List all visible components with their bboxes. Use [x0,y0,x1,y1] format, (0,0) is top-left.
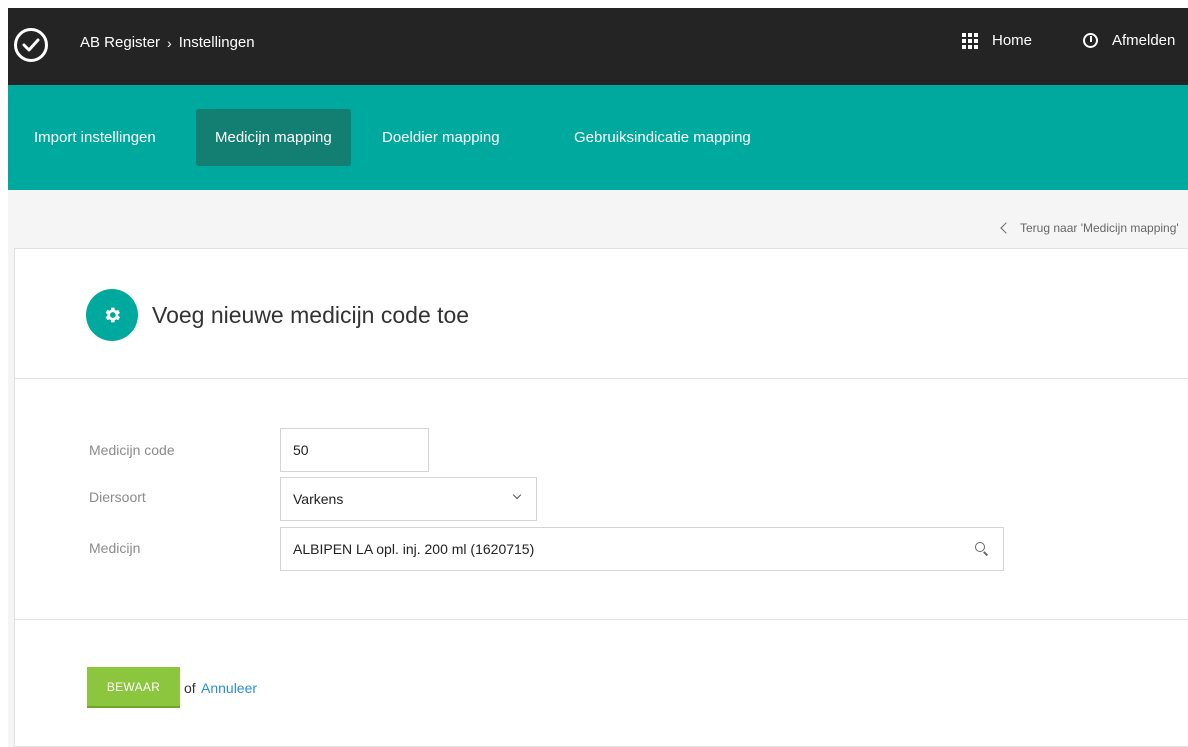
tab-label: Doeldier mapping [382,129,500,146]
medicine-value: ALBIPEN LA opl. inj. 200 ml (1620715) [293,541,535,557]
tab-medicijn-mapping[interactable]: Medicijn mapping [196,109,351,166]
tab-label: Gebruiksindicatie mapping [574,129,751,146]
breadcrumb-app[interactable]: AB Register [80,34,160,51]
breadcrumb-section[interactable]: Instellingen [179,34,255,51]
species-label: Diersoort [89,489,146,505]
top-bar: AB Register › Instellingen Home Afmelden [8,8,1188,85]
species-select[interactable]: Varkens [280,477,537,521]
save-button[interactable]: BEWAAR [87,667,180,708]
back-link[interactable]: Terug naar 'Medicijn mapping' [998,221,1188,235]
tab-label: Import instellingen [34,129,156,146]
species-value: Varkens [293,491,344,507]
page-title: Voeg nieuwe medicijn code toe [152,302,470,328]
panel-header: Voeg nieuwe medicijn code toe [15,249,1188,379]
medicine-search-input[interactable]: ALBIPEN LA opl. inj. 200 ml (1620715) [280,527,1004,571]
grid-icon [962,32,978,49]
form-panel: Voeg nieuwe medicijn code toe Medicijn c… [14,248,1188,747]
chevron-down-icon [512,490,522,500]
tab-import-instellingen[interactable]: Import instellingen [15,109,175,166]
medicine-code-input[interactable]: 50 [280,428,429,472]
tab-doeldier-mapping[interactable]: Doeldier mapping [363,109,519,166]
breadcrumb: AB Register › Instellingen [80,34,255,51]
chevron-left-icon [1000,222,1012,234]
medicine-label: Medicijn [89,540,141,556]
medicine-code-label: Medicijn code [89,442,175,458]
tab-label: Medicijn mapping [215,129,332,146]
home-button[interactable]: Home [962,32,1032,49]
tab-gebruiksindicatie-mapping[interactable]: Gebruiksindicatie mapping [555,109,770,166]
divider [15,619,1188,620]
cancel-link[interactable]: Annuleer [201,680,257,696]
gear-icon [86,289,138,341]
check-circle-logo-icon[interactable] [14,28,48,62]
medicine-code-value: 50 [293,442,309,458]
breadcrumb-separator: › [167,34,172,51]
or-text: of [184,680,196,696]
home-label: Home [992,32,1033,49]
settings-tabs: Import instellingen Medicijn mapping Doe… [8,85,1188,190]
power-icon [1083,33,1098,48]
logout-button[interactable]: Afmelden [1083,32,1175,49]
search-icon[interactable] [975,542,989,556]
back-link-label: Terug naar 'Medicijn mapping' [1020,221,1179,235]
logout-label: Afmelden [1112,32,1176,49]
